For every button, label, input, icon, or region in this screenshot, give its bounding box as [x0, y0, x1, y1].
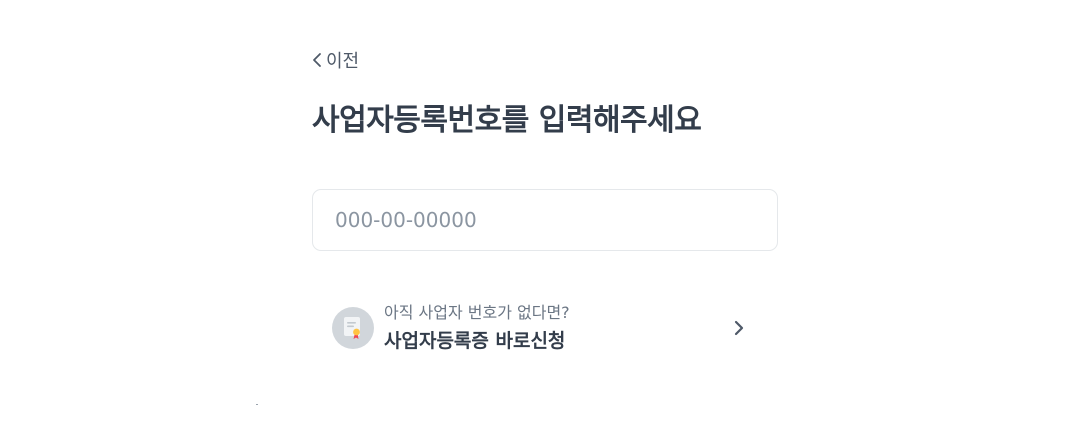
divider-dot: [256, 404, 258, 405]
business-number-input[interactable]: [313, 190, 777, 250]
promo-subtitle: 아직 사업자 번호가 없다면?: [384, 302, 570, 322]
certificate-icon: [332, 307, 374, 349]
business-number-field[interactable]: [312, 189, 778, 251]
page-title: 사업자등록번호를 입력해주세요: [312, 103, 702, 138]
chevron-right-icon: [732, 318, 746, 338]
chevron-left-icon: [312, 51, 324, 69]
back-button[interactable]: 이전: [312, 47, 359, 73]
promo-text: 아직 사업자 번호가 없다면? 사업자등록증 바로신청: [384, 302, 570, 355]
promo-title: 사업자등록증 바로신청: [384, 329, 566, 352]
back-label: 이전: [326, 51, 360, 72]
apply-business-registration-link[interactable]: 아직 사업자 번호가 없다면? 사업자등록증 바로신청: [332, 292, 772, 364]
